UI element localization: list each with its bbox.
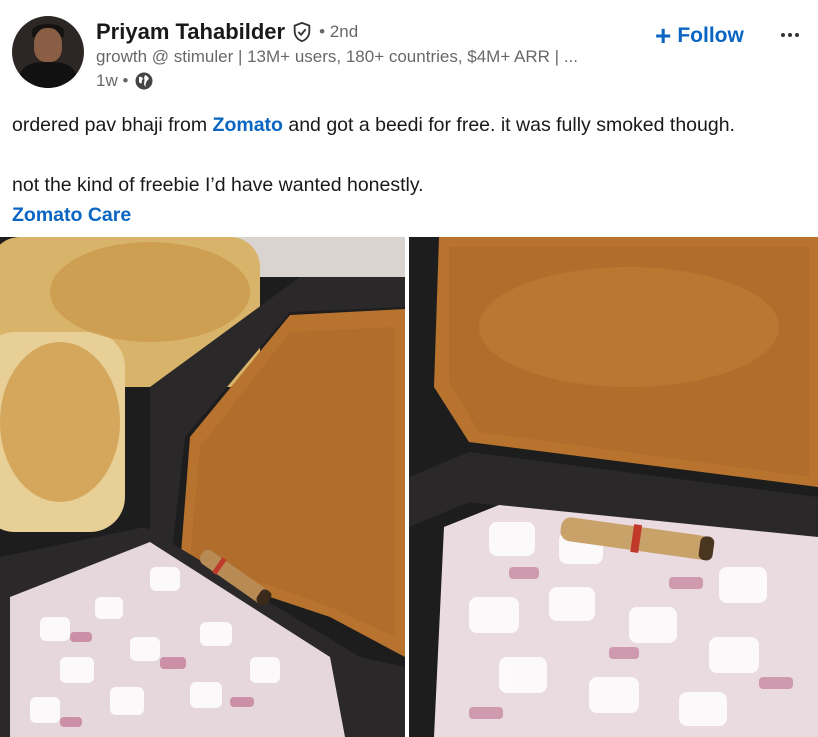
post-text: ordered pav bhaji from Zomato and got a … xyxy=(12,110,812,230)
zomato-mention-link[interactable]: Zomato xyxy=(213,114,283,136)
connection-degree: • 2nd xyxy=(319,22,359,41)
follow-button[interactable]: + Follow xyxy=(655,22,744,50)
author-headline: growth @ stimuler | 13M+ users, 180+ cou… xyxy=(96,47,578,66)
plus-icon: + xyxy=(655,20,672,51)
author-name[interactable]: Priyam Tahabilder xyxy=(96,19,285,45)
author-name-row: Priyam Tahabilder • 2nd xyxy=(96,17,358,47)
post-text-segment: ordered pav bhaji from xyxy=(12,114,213,136)
post-image-1[interactable] xyxy=(0,237,405,737)
globe-icon xyxy=(135,72,153,90)
more-dots-icon[interactable] xyxy=(776,22,804,48)
post-image-2[interactable] xyxy=(409,237,818,737)
verified-shield-icon xyxy=(293,21,311,43)
post-line-1: ordered pav bhaji from Zomato and got a … xyxy=(12,110,812,140)
post-images xyxy=(0,237,818,737)
follow-label: Follow xyxy=(677,24,744,47)
post-header: Priyam Tahabilder • 2nd growth @ stimule… xyxy=(0,0,818,100)
post-time: 1w • xyxy=(96,71,129,90)
avatar[interactable] xyxy=(12,16,84,88)
post-line-2: not the kind of freebie I’d have wanted … xyxy=(12,174,424,196)
post-text-segment: and got a beedi for free. it was fully s… xyxy=(282,114,735,136)
zomato-care-mention-link[interactable]: Zomato Care xyxy=(12,204,131,226)
post-meta: 1w • xyxy=(96,71,154,91)
